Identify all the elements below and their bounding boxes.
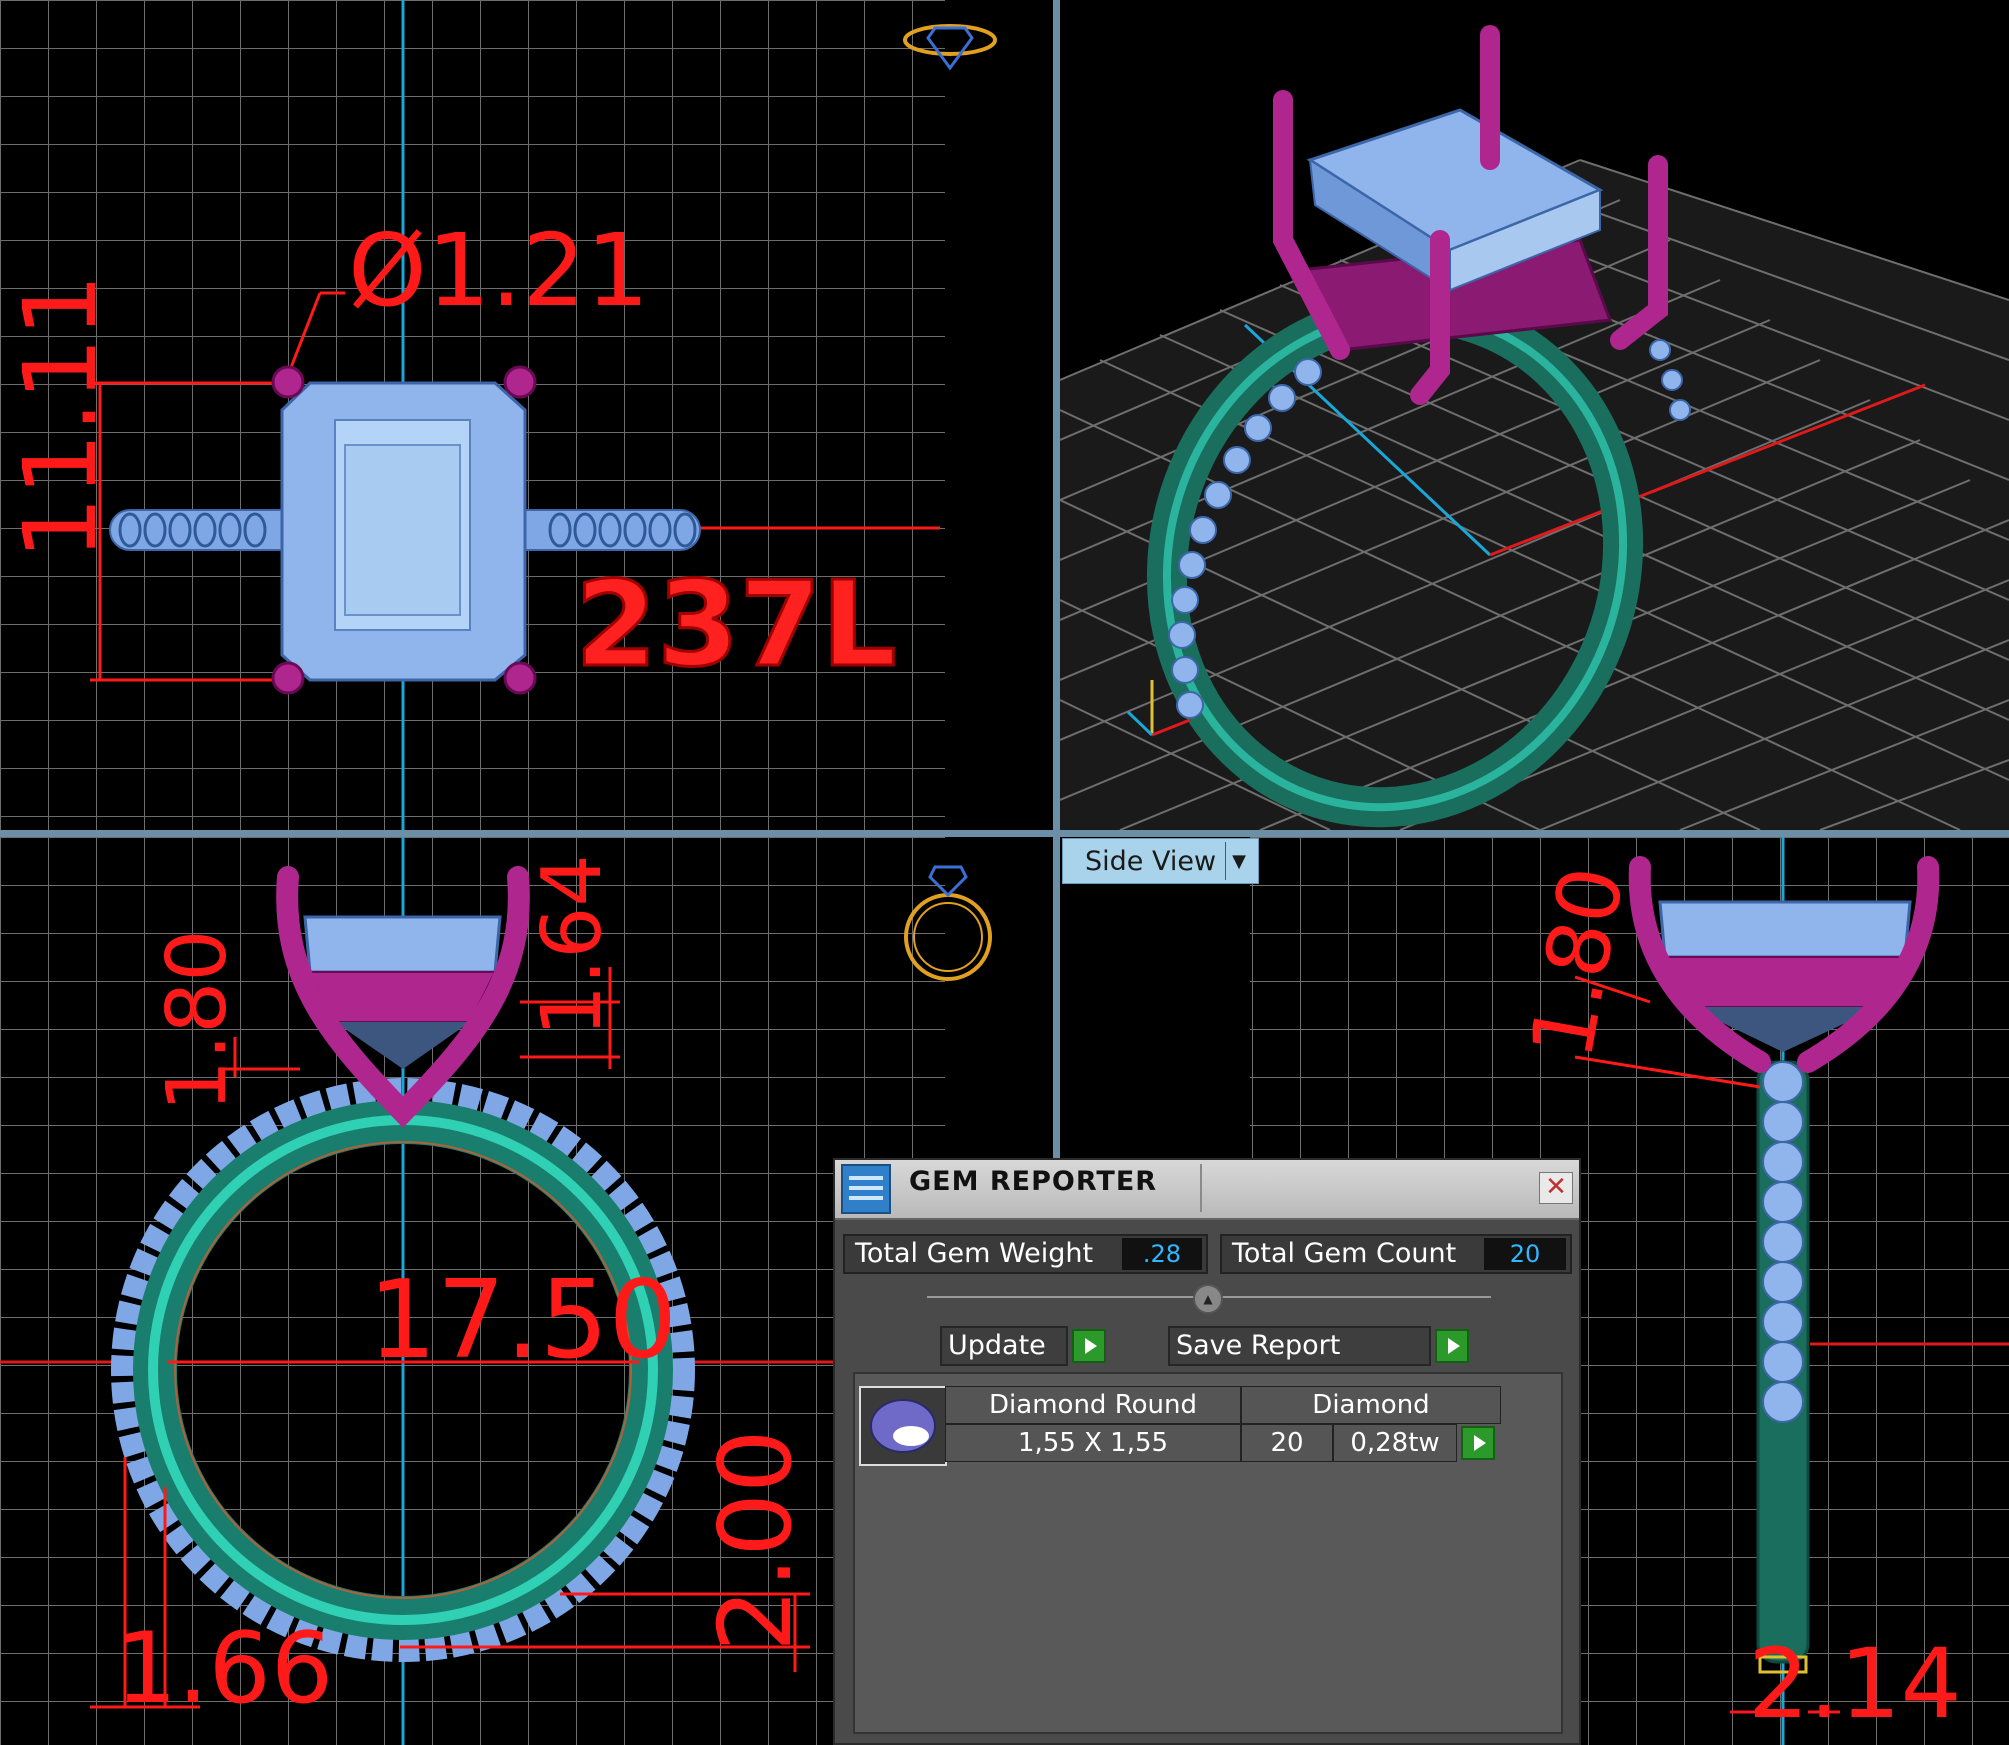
band-thickness-dimension: 2.14 <box>1748 1628 1962 1740</box>
close-icon[interactable]: ✕ <box>1539 1172 1573 1204</box>
gem-count: 20 <box>1241 1424 1333 1462</box>
chevron-down-icon[interactable]: ▼ <box>1225 842 1252 880</box>
gem-material: Diamond <box>1241 1386 1501 1424</box>
total-gem-weight-field: Total Gem Weight .28 <box>843 1234 1208 1274</box>
center-stone <box>280 381 527 682</box>
prong-left-dimension: 1.80 <box>150 929 245 1112</box>
gem-size: 1,55 X 1,55 <box>945 1424 1241 1462</box>
gem-reporter-panel: GEM REPORTER ✕ Total Gem Weight .28 Tota… <box>833 1158 1581 1745</box>
top-viewport[interactable]: Ø1.21 11.11 237L <box>0 0 1053 830</box>
update-go-icon[interactable] <box>1072 1329 1106 1363</box>
gem-thumbnail[interactable] <box>859 1386 947 1466</box>
gem-reporter-icon <box>841 1164 891 1214</box>
band-height-dimension: 2.00 <box>697 1429 814 1652</box>
total-gem-count-value: 20 <box>1484 1238 1566 1270</box>
height-dimension: 11.11 <box>2 274 119 560</box>
gem-row-go-icon[interactable] <box>1461 1426 1495 1460</box>
band-width-dimension: 1.66 <box>115 1612 333 1726</box>
prong-right-dimension: 1.64 <box>525 854 620 1037</box>
panel-title-bar[interactable]: GEM REPORTER ✕ <box>835 1160 1579 1220</box>
gem-list: Diamond Round Diamond 1,55 X 1,55 20 0,2… <box>853 1372 1563 1734</box>
total-gem-weight-label: Total Gem Weight <box>855 1238 1094 1269</box>
top-view-canvas: Ø1.21 11.11 237L <box>0 0 997 830</box>
update-button[interactable]: Update <box>940 1326 1068 1366</box>
view-selector[interactable]: Side View ▼ <box>1062 838 1259 884</box>
perspective-viewport[interactable] <box>1060 0 2009 830</box>
gem-weight: 0,28tw <box>1333 1424 1457 1462</box>
perspective-canvas <box>1060 25 2009 830</box>
ring-label: 237L <box>575 555 897 693</box>
viewport-divider-horizontal[interactable] <box>0 830 2009 837</box>
view-selector-label: Side View <box>1085 845 1217 877</box>
update-button-label: Update <box>948 1330 1046 1361</box>
total-gem-count-field: Total Gem Count 20 <box>1220 1234 1572 1274</box>
save-report-button-label: Save Report <box>1176 1330 1341 1361</box>
save-report-button[interactable]: Save Report <box>1168 1326 1431 1366</box>
gem-name: Diamond Round <box>945 1386 1241 1424</box>
save-report-go-icon[interactable] <box>1435 1329 1469 1363</box>
inner-diameter-dimension: 17.50 <box>368 1258 677 1383</box>
diameter-dimension: Ø1.21 <box>348 212 649 329</box>
pave-gems <box>1762 1061 1804 1423</box>
collapse-toggle[interactable]: ▲ <box>1193 1284 1223 1314</box>
panel-title: GEM REPORTER <box>909 1166 1158 1197</box>
total-gem-weight-value: .28 <box>1122 1238 1202 1270</box>
total-gem-count-label: Total Gem Count <box>1232 1238 1457 1269</box>
